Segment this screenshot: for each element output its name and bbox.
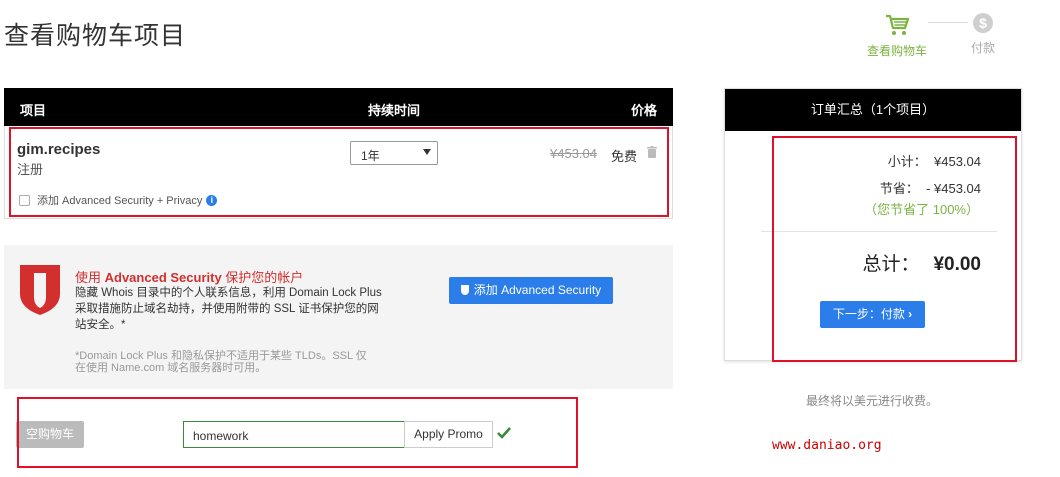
- add-security-button[interactable]: 添加 Advanced Security: [449, 277, 613, 304]
- step-label: 付款: [970, 41, 995, 55]
- security-promo: 使用 Advanced Security 保护您的帐户 隐藏 Whois 目录中…: [4, 245, 673, 389]
- step-payment[interactable]: $ 付款: [948, 10, 1018, 56]
- annotation-box-cart-item: [9, 127, 669, 217]
- step-label: 查看购物车: [866, 44, 927, 58]
- security-title: 使用 Advanced Security 保护您的帐户: [75, 270, 304, 285]
- cart-table-header: 项目 持续时间 价格: [4, 88, 673, 126]
- column-item: 项目: [20, 103, 47, 118]
- column-duration: 持续时间: [368, 103, 421, 118]
- shield-icon: [460, 285, 469, 295]
- shield-icon: [20, 265, 60, 315]
- page-title: 查看购物车项目: [4, 22, 187, 50]
- cart-icon: [886, 14, 910, 35]
- step-view-cart[interactable]: 查看购物车: [862, 10, 932, 59]
- dollar-coin-icon: $: [973, 13, 993, 33]
- column-price: 价格: [631, 103, 658, 118]
- annotation-box-summary: [772, 136, 1017, 362]
- security-description: 隐藏 Whois 目录中的个人联系信息，利用 Domain Lock Plus …: [75, 287, 382, 331]
- annotation-box-promo: [17, 397, 578, 468]
- watermark: www.daniao.org: [772, 438, 882, 453]
- usd-charge-note: 最终将以美元进行收费。: [806, 394, 939, 408]
- summary-title: 订单汇总（1个项目）: [725, 89, 1021, 131]
- security-note: *Domain Lock Plus 和隐私保护不适用于某些 TLDs。SSL 仅…: [75, 350, 367, 374]
